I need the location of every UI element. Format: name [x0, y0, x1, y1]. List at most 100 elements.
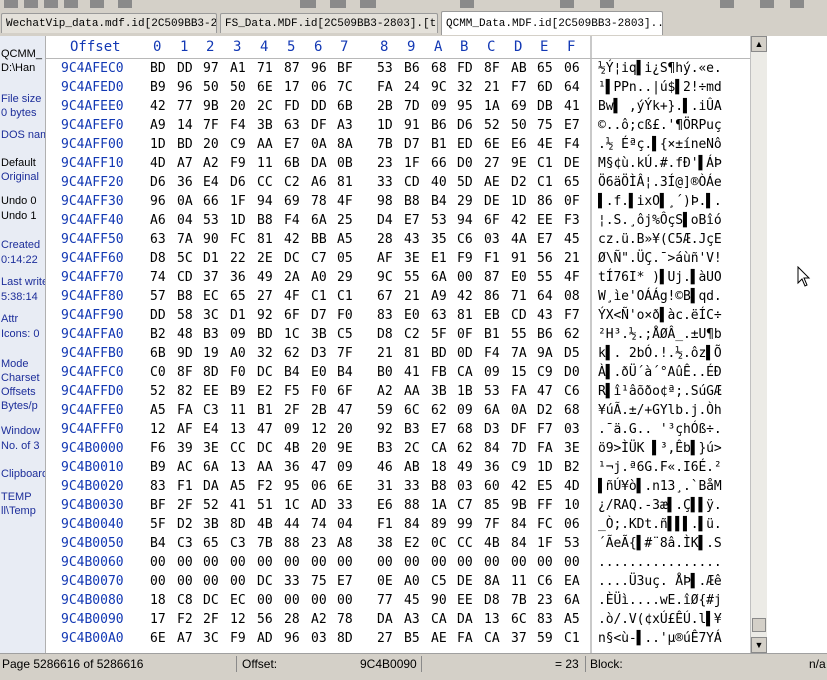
- hex-byte[interactable]: B9: [230, 382, 246, 401]
- hex-byte[interactable]: EE: [203, 382, 219, 401]
- hex-byte[interactable]: 5F: [431, 325, 447, 344]
- hex-byte[interactable]: D8: [484, 591, 500, 610]
- hex-byte[interactable]: 59: [537, 629, 553, 648]
- hex-byte[interactable]: DC: [257, 363, 273, 382]
- hex-byte[interactable]: D3: [484, 420, 500, 439]
- hex-byte[interactable]: FA: [457, 629, 473, 648]
- hex-byte[interactable]: 39: [177, 439, 193, 458]
- hex-byte[interactable]: 36: [177, 173, 193, 192]
- hex-byte[interactable]: A1: [230, 59, 246, 78]
- hex-byte[interactable]: CD: [404, 173, 420, 192]
- hex-byte[interactable]: 13: [230, 420, 246, 439]
- hex-byte[interactable]: 12: [311, 420, 327, 439]
- hex-byte[interactable]: 6F: [484, 211, 500, 230]
- hex-byte[interactable]: 9A: [537, 344, 553, 363]
- hex-byte[interactable]: 62: [284, 344, 300, 363]
- hex-byte[interactable]: 1D: [150, 135, 166, 154]
- ascii-text[interactable]: .½ Éªç.▌{×±íneNô: [598, 135, 748, 154]
- hex-byte[interactable]: 8D: [203, 363, 219, 382]
- hex-byte[interactable]: E6: [511, 135, 527, 154]
- hex-byte[interactable]: B3: [377, 439, 393, 458]
- hex-byte[interactable]: 28: [377, 230, 393, 249]
- hex-byte[interactable]: CD: [511, 306, 527, 325]
- hex-byte[interactable]: 00: [511, 553, 527, 572]
- toolbar-icon[interactable]: [118, 0, 132, 8]
- hex-byte[interactable]: 75: [311, 572, 327, 591]
- hex-byte[interactable]: B2: [150, 325, 166, 344]
- hex-byte[interactable]: DA: [457, 610, 473, 629]
- hex-byte[interactable]: 46: [377, 458, 393, 477]
- hex-byte[interactable]: E0: [311, 363, 327, 382]
- hex-byte[interactable]: C2: [284, 173, 300, 192]
- hex-byte[interactable]: BF: [337, 59, 353, 78]
- hex-byte[interactable]: 09: [431, 97, 447, 116]
- hex-byte[interactable]: B8: [431, 477, 447, 496]
- hex-byte[interactable]: 2C: [404, 439, 420, 458]
- hex-byte[interactable]: 09: [284, 420, 300, 439]
- ascii-text[interactable]: ½Ý¦iq▌i¿S¶hý.«e.: [598, 59, 748, 78]
- hex-byte[interactable]: 84: [404, 515, 420, 534]
- hex-byte[interactable]: 50: [511, 116, 527, 135]
- hex-byte[interactable]: 7D: [404, 97, 420, 116]
- hex-byte[interactable]: 7F: [484, 515, 500, 534]
- hex-view[interactable]: Offset 0123456789ABCDEF 9C4AFEC0 BD DD 97 A1…: [46, 36, 750, 653]
- hex-byte[interactable]: 36: [284, 458, 300, 477]
- hex-byte[interactable]: 44: [284, 515, 300, 534]
- hex-byte[interactable]: D7: [311, 306, 327, 325]
- hex-byte[interactable]: 04: [337, 515, 353, 534]
- hex-byte[interactable]: FD: [284, 97, 300, 116]
- hex-byte[interactable]: 55: [537, 268, 553, 287]
- hex-byte[interactable]: 47: [337, 401, 353, 420]
- hex-byte[interactable]: 27: [377, 629, 393, 648]
- hex-byte[interactable]: 03: [484, 230, 500, 249]
- hex-byte[interactable]: 3E: [404, 249, 420, 268]
- hex-byte[interactable]: 36: [484, 458, 500, 477]
- hex-byte[interactable]: 9E: [337, 439, 353, 458]
- hex-byte[interactable]: 56: [257, 610, 273, 629]
- ascii-text[interactable]: Ö6äÖÌÂ¦.3Í@]®ÒÁe: [598, 173, 748, 192]
- hex-byte[interactable]: 00: [457, 268, 473, 287]
- hex-byte[interactable]: 36: [230, 268, 246, 287]
- ascii-text[interactable]: ................: [598, 553, 748, 572]
- scroll-thumb[interactable]: [752, 618, 766, 632]
- hex-byte[interactable]: 83: [150, 477, 166, 496]
- hex-byte[interactable]: C5: [337, 325, 353, 344]
- hex-byte[interactable]: 32: [257, 344, 273, 363]
- hex-byte[interactable]: 0A: [511, 401, 527, 420]
- hex-byte[interactable]: 9B: [203, 97, 219, 116]
- hex-byte[interactable]: 1F: [537, 534, 553, 553]
- hex-byte[interactable]: 52: [150, 382, 166, 401]
- hex-byte[interactable]: CC: [230, 439, 246, 458]
- hex-byte[interactable]: B6: [537, 325, 553, 344]
- hex-byte[interactable]: AE: [484, 173, 500, 192]
- hex-byte[interactable]: A7: [177, 629, 193, 648]
- hex-byte[interactable]: 50: [230, 78, 246, 97]
- hex-byte[interactable]: 33: [284, 572, 300, 591]
- hex-byte[interactable]: 20: [311, 439, 327, 458]
- ascii-text[interactable]: ▌ñÚ¥ò▌.n13¸.`BåM: [598, 477, 748, 496]
- hex-byte[interactable]: 0A: [311, 135, 327, 154]
- hex-byte[interactable]: FC: [537, 515, 553, 534]
- hex-byte[interactable]: D8: [377, 325, 393, 344]
- hex-byte[interactable]: F2: [177, 610, 193, 629]
- hex-byte[interactable]: 9C: [431, 78, 447, 97]
- hex-byte[interactable]: 8F: [177, 363, 193, 382]
- hex-byte[interactable]: 6A: [431, 268, 447, 287]
- hex-byte[interactable]: AD: [311, 496, 327, 515]
- hex-byte[interactable]: 6D: [537, 78, 553, 97]
- hex-byte[interactable]: 9E: [511, 154, 527, 173]
- hex-byte[interactable]: 7F: [203, 116, 219, 135]
- hex-byte[interactable]: C6: [564, 382, 580, 401]
- hex-byte[interactable]: AB: [511, 59, 527, 78]
- hex-byte[interactable]: 3E: [203, 439, 219, 458]
- hex-byte[interactable]: 71: [511, 287, 527, 306]
- hex-byte[interactable]: 00: [431, 553, 447, 572]
- hex-byte[interactable]: 74: [311, 515, 327, 534]
- hex-byte[interactable]: 68: [431, 59, 447, 78]
- ascii-text[interactable]: ´ÃeÃ{▌#¨8â.ÌK▌.S: [598, 534, 748, 553]
- hex-byte[interactable]: AA: [257, 458, 273, 477]
- hex-byte[interactable]: AC: [177, 458, 193, 477]
- hex-byte[interactable]: 6B: [284, 154, 300, 173]
- hex-byte[interactable]: B5: [404, 629, 420, 648]
- hex-byte[interactable]: 28: [284, 610, 300, 629]
